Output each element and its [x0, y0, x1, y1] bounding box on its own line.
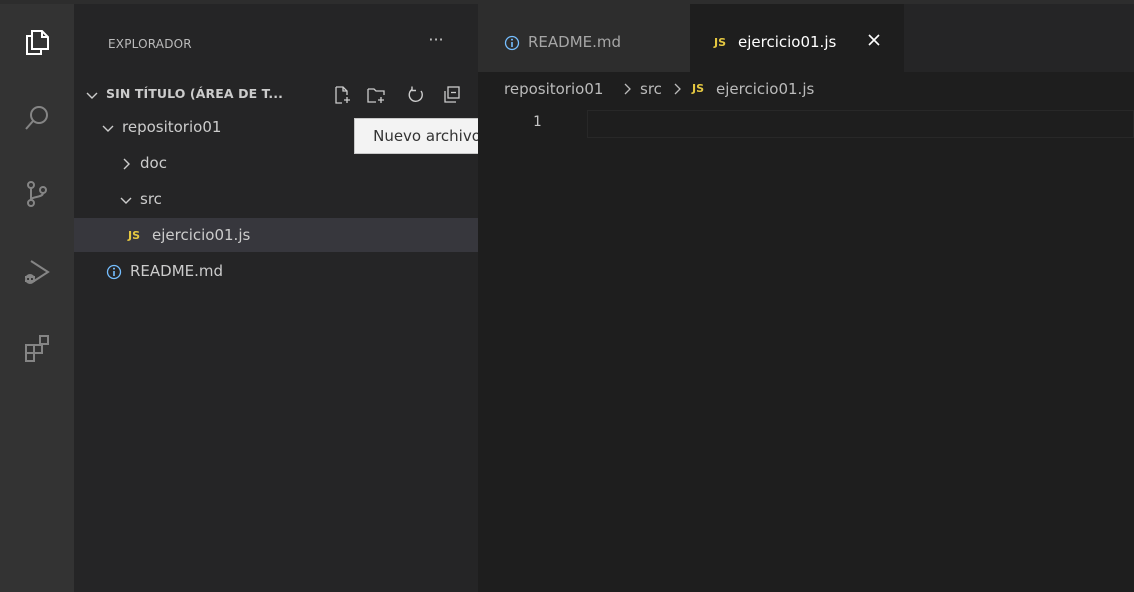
tree-item-label: doc	[140, 154, 167, 172]
explorer-title: EXPLORADOR	[108, 37, 192, 51]
info-icon	[504, 35, 520, 51]
editor-tab-bar: README.md JS ejercicio01.js	[478, 4, 1134, 72]
more-actions-icon[interactable]: ···	[424, 32, 448, 52]
breadcrumb: repositorio01 src JS ejercicio01.js	[478, 72, 1134, 110]
activity-bar	[0, 4, 74, 592]
extensions-icon[interactable]	[17, 328, 57, 368]
chevron-down-icon	[86, 92, 98, 99]
chevron-down-icon	[120, 197, 132, 204]
current-line-highlight[interactable]	[587, 110, 1134, 138]
source-control-icon[interactable]	[17, 174, 57, 214]
line-number: 1	[533, 114, 542, 130]
chevron-right-icon	[624, 83, 631, 95]
tree-item-readme-md[interactable]: README.md	[74, 254, 478, 288]
tree-item-label: README.md	[130, 262, 224, 280]
refresh-icon	[408, 86, 423, 103]
chevron-down-icon	[102, 125, 114, 132]
collapse-all-icon	[444, 86, 460, 103]
js-file-icon: JS	[692, 82, 705, 95]
tab-label: ejercicio01.js	[738, 33, 837, 51]
explorer-header: EXPLORADOR ···	[74, 4, 478, 80]
chevron-right-icon	[123, 158, 130, 170]
tab-label: README.md	[528, 33, 622, 51]
tree-item-src[interactable]: src	[74, 182, 478, 216]
info-icon	[106, 264, 122, 280]
tree-item-ejercicio01-js[interactable]: JS ejercicio01.js	[74, 218, 478, 252]
workspace-section-header[interactable]: SIN TÍTULO (ÁREA DE T...	[74, 80, 478, 110]
run-debug-icon[interactable]	[17, 252, 57, 292]
close-icon[interactable]	[864, 30, 884, 50]
refresh-button[interactable]	[404, 83, 428, 107]
new-file-button[interactable]	[330, 83, 354, 107]
new-folder-button[interactable]	[364, 83, 388, 107]
tree-item-label: src	[140, 190, 162, 208]
js-file-icon: JS	[714, 36, 727, 49]
explorer-sidebar: EXPLORADOR ··· SIN TÍTULO (ÁREA DE T...	[74, 4, 500, 592]
collapse-all-button[interactable]	[440, 83, 464, 107]
new-folder-icon	[367, 88, 385, 103]
new-file-icon	[335, 86, 350, 104]
search-icon[interactable]	[17, 98, 57, 138]
code-editor[interactable]: 1	[478, 110, 1134, 592]
js-file-icon: JS	[128, 229, 141, 242]
explorer-icon[interactable]	[17, 22, 57, 62]
workspace-section-label: SIN TÍTULO (ÁREA DE T...	[106, 86, 283, 101]
breadcrumb-item-ejercicio01-js[interactable]: ejercicio01.js	[716, 80, 814, 98]
tree-item-label: repositorio01	[122, 118, 222, 136]
tree-item-label: ejercicio01.js	[152, 226, 251, 244]
chevron-right-icon	[674, 83, 681, 95]
breadcrumb-item-src[interactable]: src	[640, 80, 662, 98]
tab-ejercicio01-js[interactable]: JS ejercicio01.js	[690, 4, 904, 72]
breadcrumb-item-repositorio01[interactable]: repositorio01	[504, 80, 603, 98]
tab-readme-md[interactable]: README.md	[478, 4, 690, 72]
